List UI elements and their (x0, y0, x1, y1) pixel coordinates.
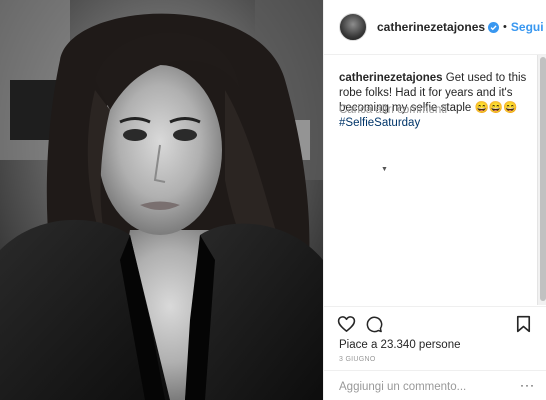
scrollbar-thumb[interactable] (540, 57, 546, 301)
action-bar (324, 306, 546, 340)
comment-icon[interactable] (365, 315, 383, 338)
heart-icon[interactable] (337, 315, 356, 338)
selfie-image (0, 0, 323, 400)
bookmark-icon[interactable] (516, 315, 531, 338)
comment-input[interactable] (339, 379, 509, 395)
follow-button[interactable]: Segui (511, 20, 544, 34)
avatar[interactable] (339, 13, 367, 41)
header-username[interactable]: catherinezetajones (377, 20, 485, 34)
more-options-button[interactable]: ··· (520, 378, 535, 392)
likes-count[interactable]: Piace a 23.340 persone (339, 339, 460, 351)
comments-scrollbar[interactable] (537, 55, 546, 305)
caption-username[interactable]: catherinezetajones (339, 72, 443, 84)
post-header: catherinezetajones • Segui (324, 0, 546, 55)
post-caption: catherinezetajones Get used to this robe… (339, 71, 537, 131)
load-more-comments-button[interactable]: Carica altri commenti (339, 104, 447, 116)
caption-hashtag[interactable]: #SelfieSaturday (339, 117, 420, 129)
post-sidebar: catherinezetajones • Segui catherinezeta… (323, 0, 546, 400)
verified-badge-icon (488, 21, 500, 33)
post-photo[interactable] (0, 0, 323, 400)
caret-down-icon: ▼ (381, 166, 388, 173)
comment-bar: ··· (324, 370, 546, 400)
post-date: 3 GIUGNO (339, 356, 376, 363)
follow-separator: • (503, 21, 507, 33)
